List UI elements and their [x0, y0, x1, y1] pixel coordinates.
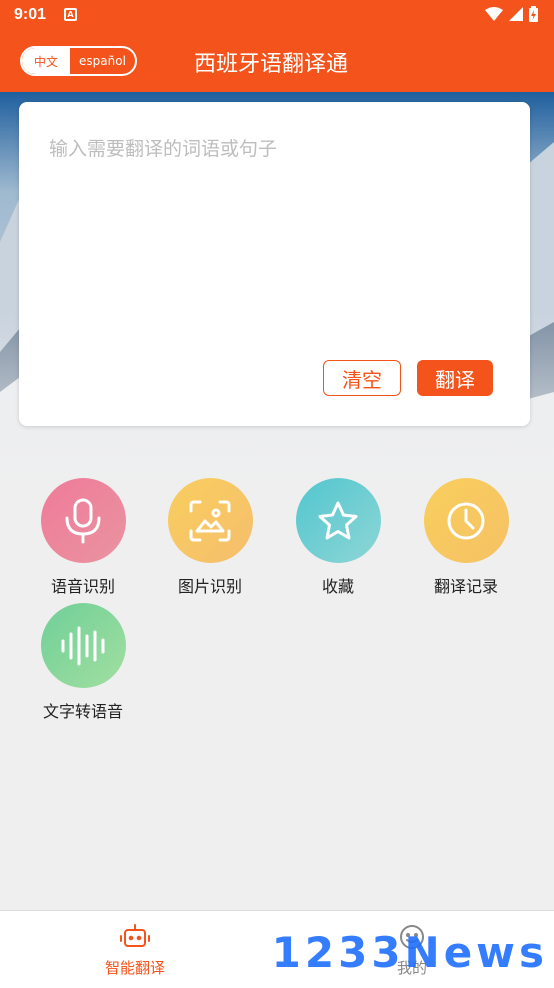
feature-label: 语音识别	[50, 577, 115, 596]
nav-smart-translate[interactable]: 智能翻译	[75, 923, 195, 978]
language-toggle[interactable]: 中文 español	[20, 46, 137, 76]
clear-button[interactable]: 清空	[323, 360, 401, 396]
app-bar: 中文 español 西班牙语翻译通	[0, 32, 554, 92]
robot-icon	[120, 924, 150, 947]
lang-chinese-option[interactable]: 中文	[22, 48, 70, 74]
translation-input-card: 输入需要翻译的词语或句子 清空 翻译	[19, 102, 530, 426]
wifi-icon	[485, 7, 503, 21]
clock-icon[interactable]	[423, 478, 509, 563]
feature-text-to-speech[interactable]: 文字转语音	[28, 603, 138, 722]
watermark: 1233News	[271, 928, 548, 977]
image-scan-icon[interactable]	[167, 478, 253, 563]
status-bar: 9:01 A	[0, 0, 554, 32]
translate-button[interactable]: 翻译	[417, 360, 493, 396]
feature-label: 文字转语音	[42, 702, 123, 721]
signal-icon	[509, 7, 523, 21]
feature-label: 图片识别	[177, 577, 242, 596]
feature-favorites[interactable]: 收藏	[283, 478, 393, 597]
feature-translation-history[interactable]: 翻译记录	[411, 478, 521, 597]
star-icon[interactable]	[295, 478, 381, 563]
lang-spanish-option[interactable]: español	[70, 48, 135, 74]
notification-icon: A	[64, 8, 77, 21]
microphone-icon[interactable]	[40, 478, 126, 563]
translation-input[interactable]: 输入需要翻译的词语或句子	[49, 134, 277, 161]
feature-voice-recognition[interactable]: 语音识别	[28, 478, 138, 597]
feature-image-recognition[interactable]: 图片识别	[155, 478, 265, 597]
sound-wave-icon[interactable]	[40, 603, 126, 688]
page-title: 西班牙语翻译通	[194, 52, 349, 77]
feature-label: 翻译记录	[433, 577, 498, 596]
status-time: 9:01	[14, 6, 47, 23]
feature-label: 收藏	[321, 577, 354, 596]
status-icons	[485, 6, 538, 22]
battery-icon	[529, 6, 538, 22]
nav-label: 智能翻译	[104, 959, 165, 977]
